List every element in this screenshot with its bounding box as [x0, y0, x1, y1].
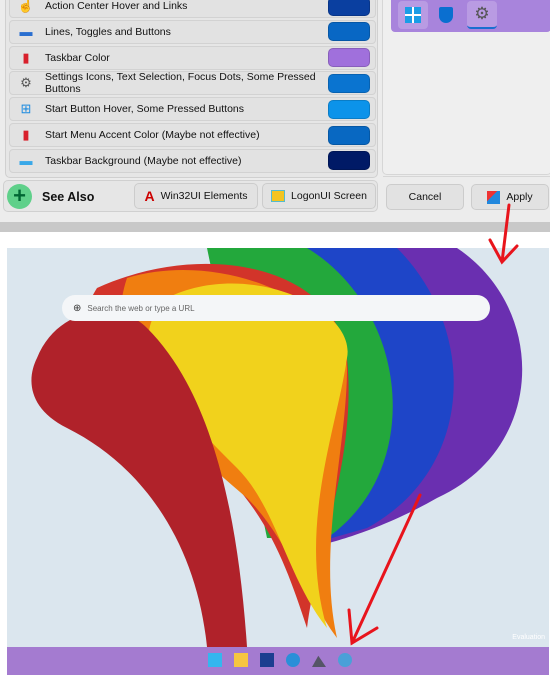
theme-color-editor: ☝ Action Center Hover and Links ▬ Lines, To…: [0, 0, 550, 222]
color-row[interactable]: ▮ Taskbar Color: [9, 45, 376, 70]
color-row-label: Lines, Toggles and Buttons: [45, 25, 171, 38]
win32-icon: A: [144, 188, 155, 204]
windows-logo-icon: ⊞: [20, 101, 32, 117]
hand-pointer-icon: ☝: [17, 0, 35, 13]
color-swatch[interactable]: [328, 22, 370, 42]
taskbar-red-icon: ▮: [22, 49, 30, 65]
color-row[interactable]: ▬ Lines, Toggles and Buttons: [9, 19, 376, 44]
taskbar-red-icon: ▮: [22, 127, 30, 142]
apply-button[interactable]: Apply: [471, 184, 549, 210]
search-bar[interactable]: ⊕ Search the web or type a URL: [62, 295, 490, 321]
see-also-label: See Also: [42, 190, 95, 204]
color-swatch[interactable]: [328, 99, 370, 119]
theme-app-icon[interactable]: [338, 653, 352, 667]
taskbar-preview: ⚙: [391, 0, 550, 32]
gear-icon: ⚙: [20, 75, 32, 91]
color-row[interactable]: ▮ Start Menu Accent Color (Maybe not effe…: [9, 123, 376, 147]
color-row-label: Taskbar Background (Maybe not effective): [45, 154, 242, 167]
color-swatch[interactable]: [328, 48, 370, 68]
color-row-label: Start Menu Accent Color (Maybe not effec…: [45, 129, 260, 141]
globe-icon: ⊕: [73, 302, 82, 314]
color-row-label: Settings Icons, Text Selection, Focus Do…: [45, 71, 316, 96]
windows-logo-icon: [398, 1, 428, 29]
store-icon[interactable]: [260, 653, 274, 667]
win32ui-elements-button[interactable]: A Win32UI Elements: [134, 183, 258, 209]
color-row[interactable]: ⚙ Settings Icons, Text Selection, Focus D…: [9, 71, 376, 96]
start-button[interactable]: [208, 653, 222, 667]
monitor-icon: ▬: [19, 153, 33, 169]
apply-icon: [487, 190, 501, 204]
color-swatch[interactable]: [328, 125, 370, 145]
color-swatch[interactable]: [328, 0, 370, 16]
cancel-button[interactable]: Cancel: [386, 184, 464, 210]
color-row[interactable]: ▬ Taskbar Background (Maybe not effective…: [9, 148, 376, 173]
gear-icon: ⚙: [467, 1, 497, 29]
logonui-screen-button[interactable]: LogonUI Screen: [262, 183, 376, 209]
plus-icon[interactable]: +: [7, 184, 32, 209]
color-row[interactable]: ⊞ Start Button Hover, Some Pressed Button…: [9, 97, 376, 122]
keyboard-icon: ▬: [19, 24, 33, 40]
color-row[interactable]: ☝ Action Center Hover and Links: [9, 0, 376, 18]
color-row-label: Taskbar Color: [45, 51, 110, 64]
color-swatch[interactable]: [328, 73, 370, 93]
edge-dev-icon[interactable]: [286, 653, 300, 667]
see-also-bar: + See Also A Win32UI Elements LogonUI Scr…: [3, 180, 378, 212]
file-explorer-icon[interactable]: [234, 653, 248, 667]
preview-panel: ⚙: [382, 0, 550, 177]
evaluation-watermark: Evaluation: [512, 634, 545, 641]
lock-icon: [271, 190, 286, 202]
taskbar: [7, 647, 549, 675]
color-row-label: Start Button Hover, Some Pressed Buttons: [45, 103, 245, 116]
mountain-app-icon[interactable]: [312, 655, 326, 667]
desktop-screenshot: ⊕ Search the web or type a URL Evaluation: [7, 248, 549, 675]
shield-icon: [431, 1, 461, 29]
divider: [0, 222, 550, 232]
color-row-label: Action Center Hover and Links: [45, 0, 188, 12]
color-swatch[interactable]: [328, 151, 370, 171]
color-list: ☝ Action Center Hover and Links ▬ Lines, To…: [5, 0, 378, 178]
